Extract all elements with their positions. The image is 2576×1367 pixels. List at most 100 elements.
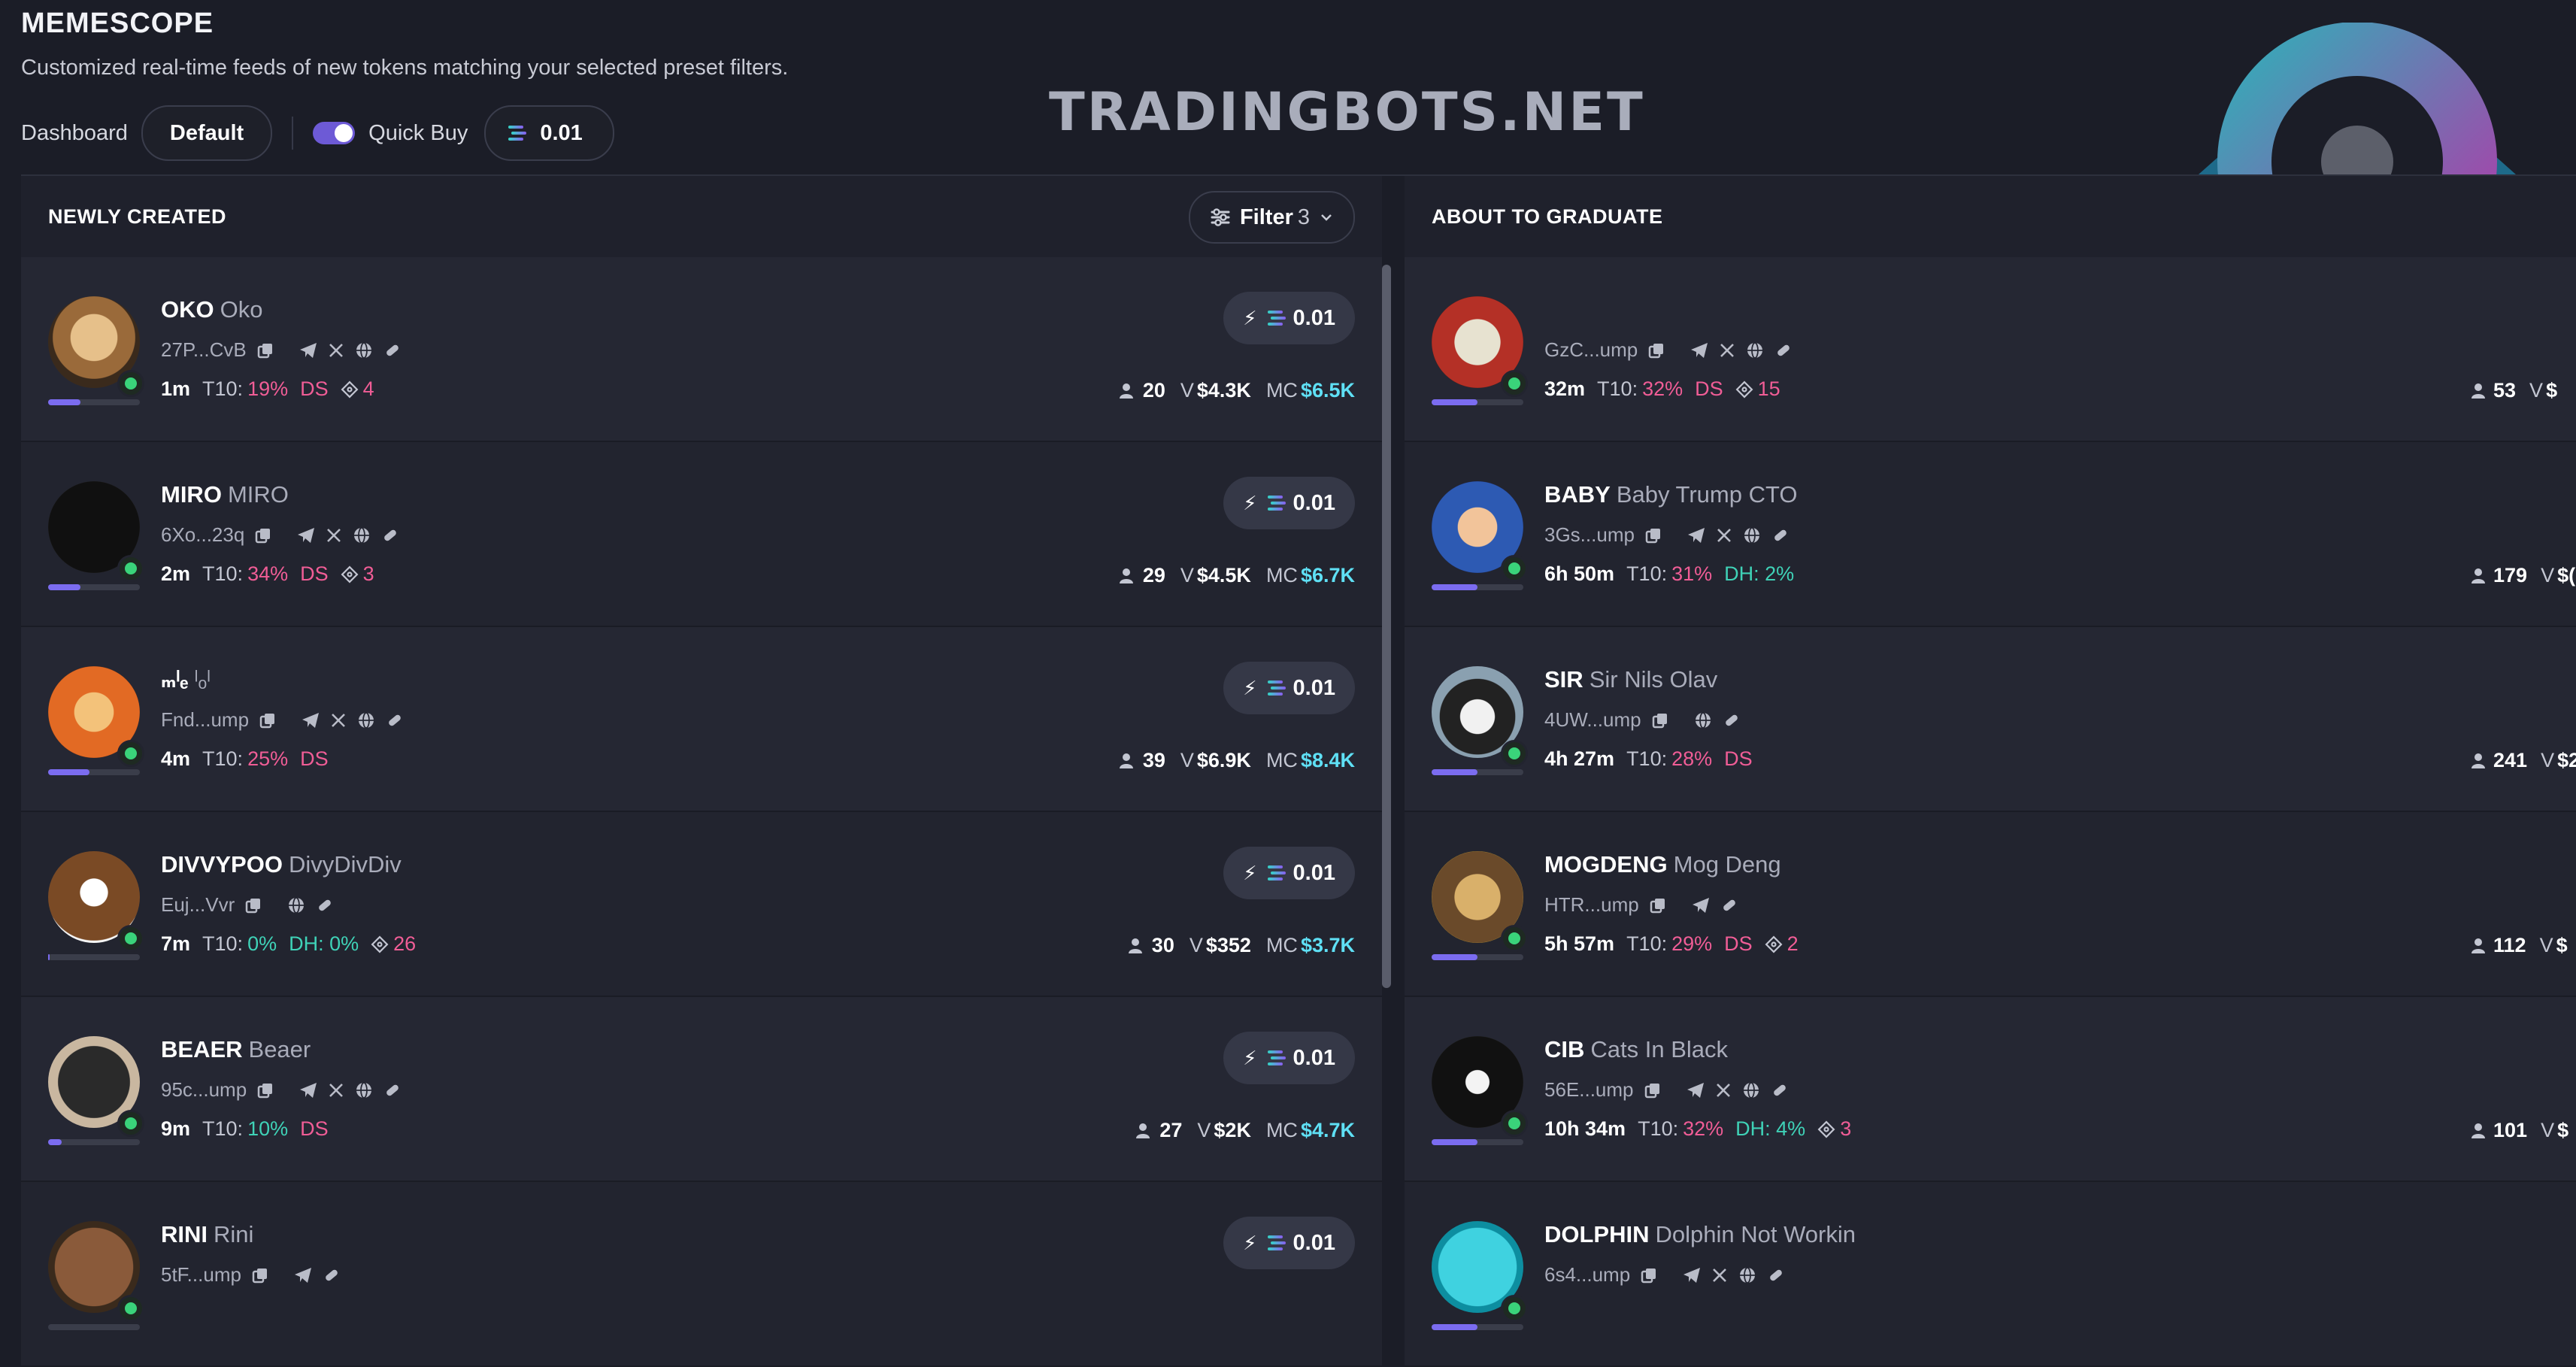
telegram-icon[interactable] [1690, 342, 1708, 359]
pill-icon[interactable] [386, 711, 404, 729]
pill-icon[interactable] [1767, 1266, 1785, 1284]
globe-icon[interactable] [1694, 711, 1712, 729]
token-name[interactable]: RINI Rini [161, 1221, 253, 1248]
x-twitter-icon[interactable] [326, 527, 342, 544]
telegram-icon[interactable] [1692, 897, 1710, 914]
globe-icon[interactable] [1738, 1266, 1756, 1284]
quick-buy-button[interactable]: ⚡︎ 0.01 [1223, 1032, 1355, 1084]
globe-icon[interactable] [1743, 526, 1761, 544]
pill-icon[interactable] [1771, 1081, 1789, 1099]
x-twitter-icon[interactable] [1715, 1082, 1732, 1099]
token-address: Euj...Vvr [161, 893, 235, 916]
market-stats: 179 V $( [2471, 564, 2575, 587]
copy-icon[interactable] [1648, 342, 1665, 359]
users-icon [2471, 379, 2486, 402]
pill-icon[interactable] [1723, 711, 1741, 729]
token-name[interactable]: DIVVYPOO DivyDivDiv [161, 851, 402, 878]
globe-icon[interactable] [1746, 341, 1764, 359]
token-row[interactable]: BEAER Beaer 95c...ump 9m T10: 10% DS ⚡︎ 0… [21, 997, 1382, 1182]
pill-icon[interactable] [1720, 896, 1738, 914]
x-twitter-icon[interactable] [1711, 1267, 1728, 1284]
copy-icon[interactable] [1645, 527, 1662, 544]
x-twitter-icon[interactable] [1716, 527, 1732, 544]
dashboard-select-button[interactable]: Default [141, 105, 273, 161]
copy-icon[interactable] [257, 342, 274, 359]
token-row[interactable]: CIB Cats In Black 56E...ump 10h 34m T10: … [1405, 997, 2576, 1182]
pill-icon[interactable] [1771, 526, 1790, 544]
token-row[interactable]: MIRO MIRO 6Xo...23q 2m T10: 34% DS 3 ⚡︎ 0… [21, 442, 1382, 627]
telegram-icon[interactable] [302, 712, 320, 729]
solana-icon [1267, 311, 1286, 326]
pill-icon[interactable] [381, 526, 399, 544]
quick-buy-button[interactable]: ⚡︎ 0.01 [1223, 477, 1355, 529]
copy-icon[interactable] [255, 527, 271, 544]
token-row[interactable]: RINI Rini 5tF...ump ⚡︎ 0.01 [21, 1182, 1382, 1367]
token-name[interactable] [1544, 296, 1550, 323]
token-row[interactable]: MOGDENG Mog Deng HTR...ump 5h 57m T10: 29… [1405, 812, 2576, 997]
telegram-icon[interactable] [294, 1267, 312, 1284]
token-name[interactable]: BEAER Beaer [161, 1036, 311, 1063]
copy-icon[interactable] [259, 712, 276, 729]
token-name[interactable]: MOGDENG Mog Deng [1544, 851, 1781, 878]
copy-icon[interactable] [252, 1267, 268, 1284]
copy-icon[interactable] [1652, 712, 1668, 729]
pill-icon[interactable] [316, 896, 334, 914]
copy-icon[interactable] [1650, 897, 1666, 914]
telegram-icon[interactable] [297, 527, 315, 544]
copy-icon[interactable] [245, 897, 262, 914]
pill-icon[interactable] [1774, 341, 1793, 359]
globe-icon[interactable] [287, 896, 305, 914]
token-address-row: 5tF...ump [161, 1263, 341, 1287]
filter-button[interactable]: Filter 3 [1188, 191, 1355, 244]
snipers-count: 3 [1840, 1117, 1852, 1140]
token-row[interactable]: SIR Sir Nils Olav 4UW...ump 4h 27m T10: 2… [1405, 627, 2576, 812]
telegram-icon[interactable] [1687, 1082, 1705, 1099]
pill-icon[interactable] [323, 1266, 341, 1284]
token-name[interactable]: DOLPHIN Dolphin Not Workin [1544, 1221, 1856, 1248]
token-row[interactable]: ₘˡₑ ˡₒˡ Fnd...ump 4m T10: 25% DS ⚡︎ 0.01 … [21, 627, 1382, 812]
token-row[interactable]: GzC...ump 32m T10: 32% DS 15 53 V $ [1405, 257, 2576, 442]
market-cap-label: MC [1265, 379, 1298, 402]
globe-icon[interactable] [1742, 1081, 1760, 1099]
quick-buy-amount-input[interactable]: 0.01 [484, 105, 614, 161]
token-row[interactable]: DIVVYPOO DivyDivDiv Euj...Vvr 7m T10: 0% … [21, 812, 1382, 997]
globe-icon[interactable] [357, 711, 375, 729]
x-twitter-icon[interactable] [328, 342, 344, 359]
copy-icon[interactable] [1641, 1267, 1657, 1284]
dev-flag: DS [1724, 932, 1753, 955]
telegram-icon[interactable] [299, 1082, 317, 1099]
x-twitter-icon[interactable] [1719, 342, 1735, 359]
telegram-icon[interactable] [299, 342, 317, 359]
token-name[interactable]: ₘˡₑ ˡₒˡ [161, 666, 211, 693]
lightning-icon: ⚡︎ [1243, 1046, 1257, 1069]
scrollbar[interactable] [1382, 265, 1391, 988]
app-subtitle: Customized real-time feeds of new tokens… [21, 56, 789, 80]
token-name[interactable]: MIRO MIRO [161, 481, 289, 508]
x-twitter-icon[interactable] [330, 712, 347, 729]
copy-icon[interactable] [1644, 1082, 1661, 1099]
pill-icon[interactable] [383, 341, 402, 359]
telegram-icon[interactable] [1687, 527, 1705, 544]
quick-buy-button[interactable]: ⚡︎ 0.01 [1223, 847, 1355, 899]
token-row[interactable]: DOLPHIN Dolphin Not Workin 6s4...ump [1405, 1182, 2576, 1367]
telegram-icon[interactable] [1683, 1267, 1701, 1284]
quick-buy-button[interactable]: ⚡︎ 0.01 [1223, 1217, 1355, 1269]
quick-buy-button[interactable]: ⚡︎ 0.01 [1223, 662, 1355, 714]
quick-buy-button[interactable]: ⚡︎ 0.01 [1223, 292, 1355, 344]
token-name[interactable]: OKO Oko [161, 296, 262, 323]
globe-icon[interactable] [355, 1081, 373, 1099]
pill-icon[interactable] [383, 1081, 402, 1099]
buy-amount: 0.01 [1293, 490, 1335, 515]
token-name[interactable]: SIR Sir Nils Olav [1544, 666, 1717, 693]
globe-icon[interactable] [355, 341, 373, 359]
token-ticker: DOLPHIN [1544, 1221, 1650, 1247]
token-row[interactable]: OKO Oko 27P...CvB 1m T10: 19% DS 4 ⚡︎ 0.0… [21, 257, 1382, 442]
x-twitter-icon[interactable] [328, 1082, 344, 1099]
globe-icon[interactable] [353, 526, 371, 544]
copy-icon[interactable] [257, 1082, 274, 1099]
token-name[interactable]: BABY Baby Trump CTO [1544, 481, 1797, 508]
solana-icon [1267, 680, 1286, 696]
quick-buy-toggle[interactable] [313, 122, 356, 144]
token-row[interactable]: BABY Baby Trump CTO 3Gs...ump 6h 50m T10:… [1405, 442, 2576, 627]
token-name[interactable]: CIB Cats In Black [1544, 1036, 1728, 1063]
